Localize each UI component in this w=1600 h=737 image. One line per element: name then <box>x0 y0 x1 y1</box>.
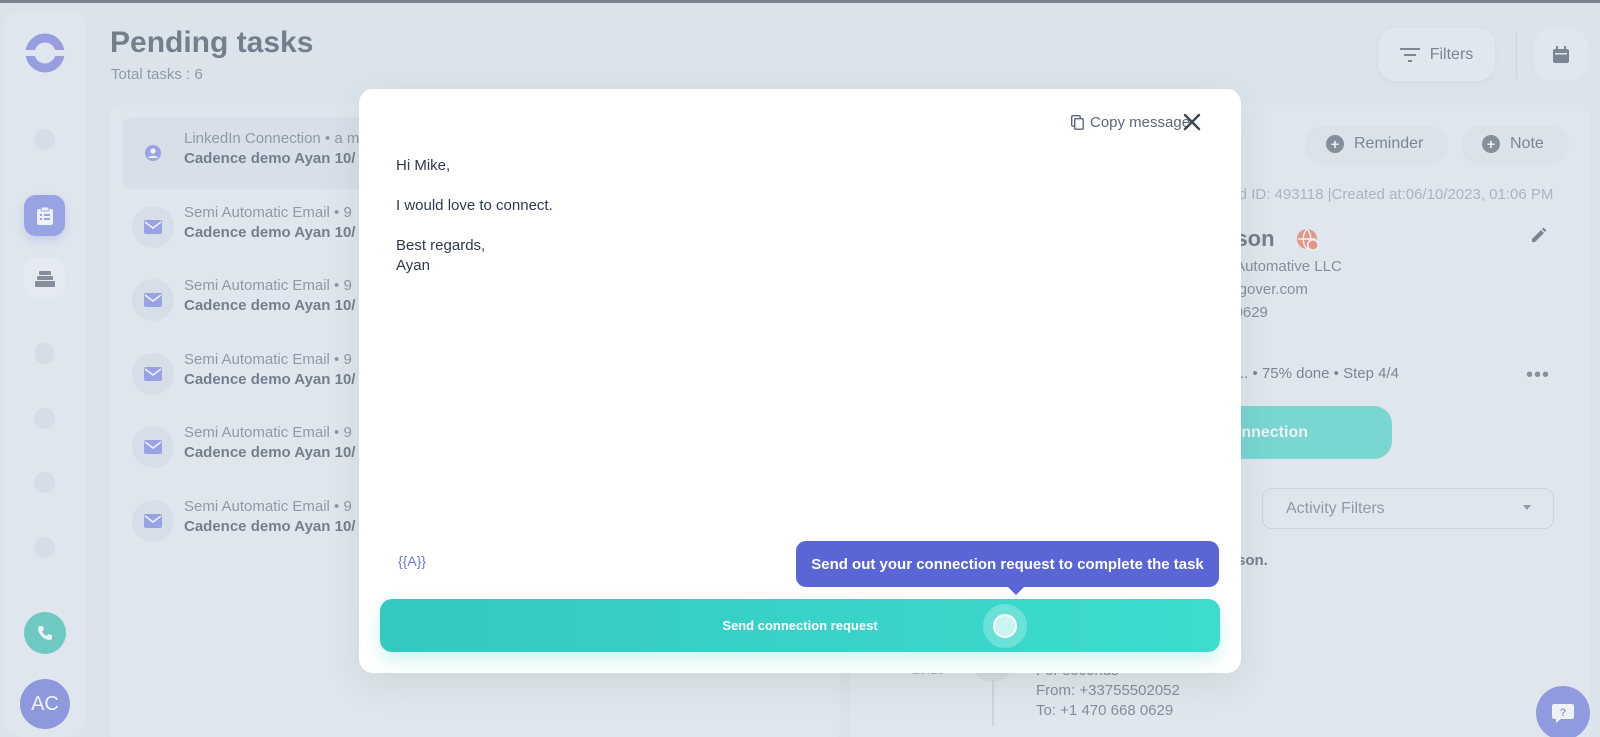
pulse-hint-dot <box>993 614 1017 638</box>
copy-message-button[interactable]: Copy message <box>1071 114 1190 131</box>
message-line: I would love to connect. <box>396 197 553 214</box>
message-line: Ayan <box>396 257 430 274</box>
guide-tooltip: Send out your connection request to comp… <box>796 541 1219 587</box>
close-icon[interactable] <box>1181 111 1203 133</box>
message-line <box>396 176 553 196</box>
copy-icon <box>1071 115 1084 130</box>
linkedin-message-modal: Copy message Hi Mike, I would love to co… <box>359 89 1241 673</box>
send-connection-request-button[interactable]: Send connection request <box>380 599 1220 652</box>
message-line: Best regards, <box>396 237 486 254</box>
variable-insert-button[interactable]: {{A}} <box>398 553 426 569</box>
copy-message-label: Copy message <box>1090 114 1191 131</box>
message-body[interactable]: Hi Mike, I would love to connect. Best r… <box>396 156 553 276</box>
message-line <box>396 216 553 236</box>
send-connection-label: Send connection request <box>722 618 878 633</box>
message-line: Hi Mike, <box>396 157 451 174</box>
tooltip-arrow <box>1007 586 1025 595</box>
